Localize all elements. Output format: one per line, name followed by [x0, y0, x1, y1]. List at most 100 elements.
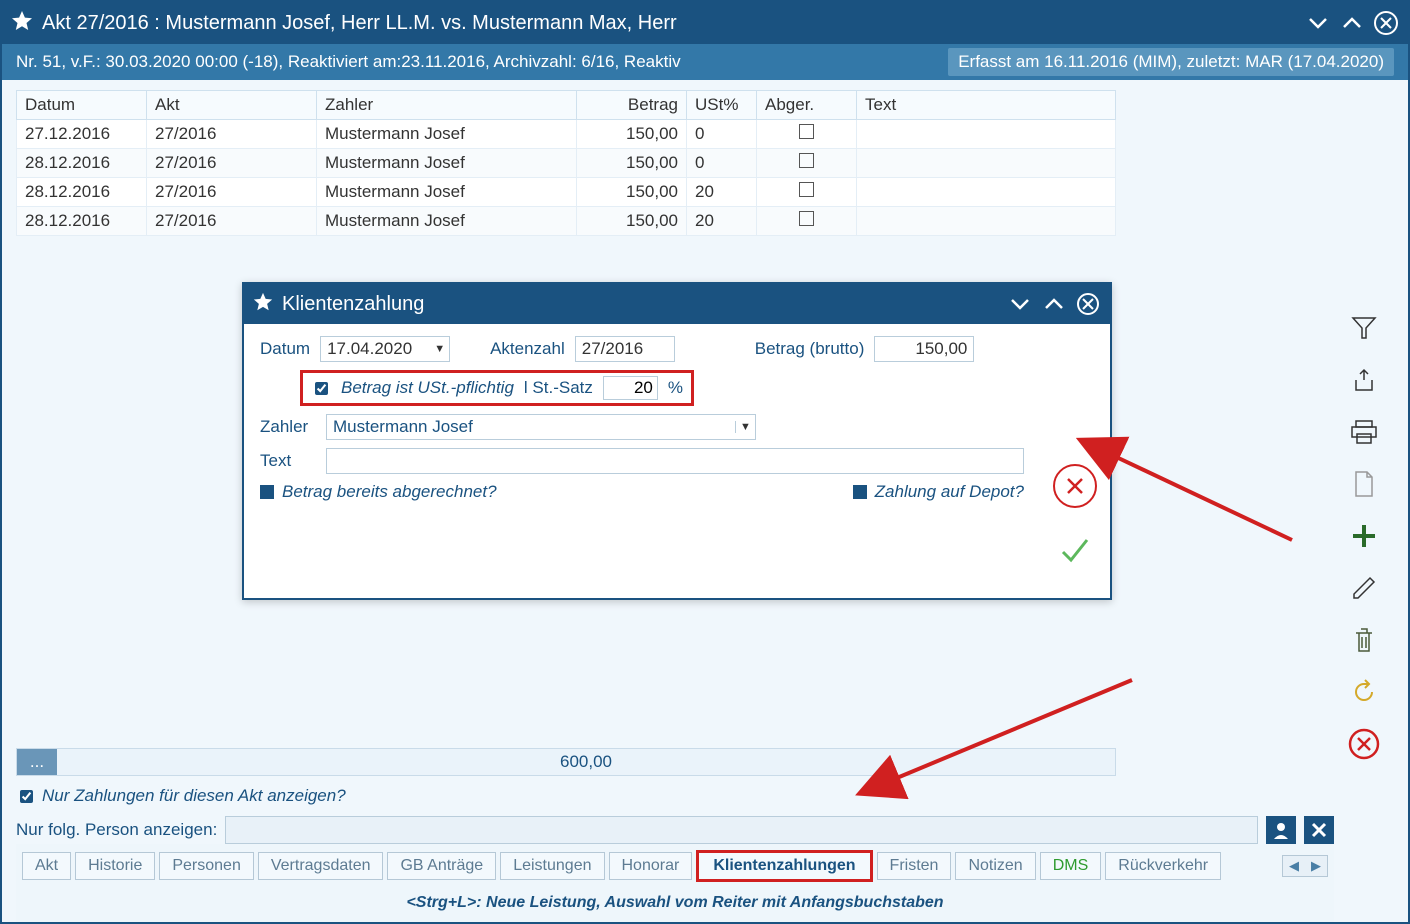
cell-abger[interactable]: [757, 178, 857, 207]
dialog-ok-button[interactable]: [1053, 528, 1097, 572]
cell-betrag: 150,00: [577, 178, 687, 207]
vat-checkbox[interactable]: [315, 382, 328, 395]
print-icon[interactable]: [1346, 414, 1382, 450]
betrag-input[interactable]: 150,00: [874, 336, 974, 362]
cell-text: [857, 120, 1116, 149]
tab-honorar[interactable]: Honorar: [609, 852, 693, 880]
dialog-side-buttons: [1040, 324, 1110, 598]
betrag-label: Betrag (brutto): [755, 339, 865, 359]
vat-rate-input[interactable]: [603, 376, 658, 400]
cell-akt: 27/2016: [147, 207, 317, 236]
cell-text: [857, 149, 1116, 178]
tab-historie[interactable]: Historie: [75, 852, 155, 880]
tab-rueckverkehr[interactable]: Rückverkehr: [1105, 852, 1221, 880]
checkbox-icon[interactable]: [799, 153, 814, 168]
cell-datum: 28.12.2016: [17, 149, 147, 178]
text-input[interactable]: [326, 448, 1024, 474]
window-close-button[interactable]: [1372, 9, 1400, 37]
checkbox-icon[interactable]: [799, 211, 814, 226]
checkbox-icon[interactable]: [799, 182, 814, 197]
depot-label: Zahlung auf Depot?: [875, 482, 1024, 502]
refresh-icon[interactable]: [1346, 674, 1382, 710]
clear-person-button[interactable]: [1304, 816, 1334, 844]
filter-person-input[interactable]: [225, 816, 1258, 844]
dialog-body: Datum 17.04.2020 ▼ Aktenzahl 27/2016 Bet…: [244, 324, 1110, 598]
table-row[interactable]: 28.12.201627/2016Mustermann Josef150,002…: [17, 178, 1116, 207]
filter-icon[interactable]: [1346, 310, 1382, 346]
delete-icon[interactable]: [1346, 622, 1382, 658]
cell-abger[interactable]: [757, 207, 857, 236]
tab-scroll-left[interactable]: ◀: [1283, 856, 1305, 876]
cell-akt: 27/2016: [147, 178, 317, 207]
zahler-value: Mustermann Josef: [333, 417, 735, 437]
aktenzahl-label: Aktenzahl: [490, 339, 565, 359]
edit-icon[interactable]: [1346, 570, 1382, 606]
dialog-cancel-button[interactable]: [1053, 464, 1097, 508]
tab-fristen[interactable]: Fristen: [877, 852, 952, 880]
tab-notizen[interactable]: Notizen: [955, 852, 1035, 880]
table-row[interactable]: 28.12.201627/2016Mustermann Josef150,002…: [17, 207, 1116, 236]
chevron-down-icon[interactable]: ▼: [735, 421, 755, 433]
filter-person-label: Nur folg. Person anzeigen:: [16, 820, 217, 840]
tab-klientenzahlungen[interactable]: Klientenzahlungen: [696, 850, 872, 882]
cancel-icon[interactable]: [1346, 726, 1382, 762]
square-icon: [853, 485, 867, 499]
filter-only-this-case-checkbox[interactable]: [20, 790, 33, 803]
tab-gbantraege[interactable]: GB Anträge: [387, 852, 496, 880]
date-dropdown-icon[interactable]: ▼: [434, 343, 445, 355]
totals-sum: 600,00: [57, 749, 1115, 775]
window-titlebar: Akt 27/2016 : Mustermann Josef, Herr LL.…: [2, 2, 1408, 44]
export-icon[interactable]: [1346, 362, 1382, 398]
checkbox-icon[interactable]: [799, 124, 814, 139]
col-text[interactable]: Text: [857, 91, 1116, 120]
cell-zahler: Mustermann Josef: [317, 120, 577, 149]
col-betrag[interactable]: Betrag: [577, 91, 687, 120]
aktenzahl-input[interactable]: 27/2016: [575, 336, 675, 362]
zahler-dropdown[interactable]: Mustermann Josef ▼: [326, 414, 756, 440]
window-expand-button[interactable]: [1338, 9, 1366, 37]
col-zahler[interactable]: Zahler: [317, 91, 577, 120]
col-datum[interactable]: Datum: [17, 91, 147, 120]
datum-input[interactable]: 17.04.2020 ▼: [320, 336, 450, 362]
tab-dms[interactable]: DMS: [1040, 852, 1102, 880]
tab-leistungen[interactable]: Leistungen: [500, 852, 604, 880]
tab-personen[interactable]: Personen: [159, 852, 254, 880]
select-person-button[interactable]: [1266, 816, 1296, 844]
window-title: Akt 27/2016 : Mustermann Josef, Herr LL.…: [42, 12, 1296, 35]
payments-table[interactable]: Datum Akt Zahler Betrag USt% Abger. Text…: [16, 90, 1116, 236]
cell-zahler: Mustermann Josef: [317, 178, 577, 207]
col-abger[interactable]: Abger.: [757, 91, 857, 120]
tab-scroll-right[interactable]: ▶: [1305, 856, 1327, 876]
cell-datum: 28.12.2016: [17, 207, 147, 236]
col-ust[interactable]: USt%: [687, 91, 757, 120]
table-row[interactable]: 27.12.201627/2016Mustermann Josef150,000: [17, 120, 1116, 149]
cell-ust: 20: [687, 178, 757, 207]
add-icon[interactable]: [1346, 518, 1382, 554]
depot-toggle[interactable]: Zahlung auf Depot?: [853, 482, 1024, 502]
cell-abger[interactable]: [757, 120, 857, 149]
window-collapse-button[interactable]: [1304, 9, 1332, 37]
abgerechnet-label: Betrag bereits abgerechnet?: [282, 482, 497, 502]
cell-datum: 27.12.2016: [17, 120, 147, 149]
cell-zahler: Mustermann Josef: [317, 207, 577, 236]
dialog-expand-button[interactable]: [1040, 290, 1068, 318]
cell-betrag: 150,00: [577, 207, 687, 236]
new-document-icon[interactable]: [1346, 466, 1382, 502]
dialog-titlebar: Klientenzahlung: [244, 284, 1110, 324]
dialog-collapse-button[interactable]: [1006, 290, 1034, 318]
tab-vertragsdaten[interactable]: Vertragsdaten: [258, 852, 384, 880]
cell-abger[interactable]: [757, 149, 857, 178]
datum-value: 17.04.2020: [327, 339, 412, 359]
content-area: Datum Akt Zahler Betrag USt% Abger. Text…: [2, 80, 1408, 922]
tab-akt[interactable]: Akt: [22, 852, 71, 880]
dialog-title: Klientenzahlung: [282, 293, 998, 316]
filter-person-row: Nur folg. Person anzeigen:: [16, 816, 1334, 844]
cell-betrag: 150,00: [577, 149, 687, 178]
vat-highlight-box: Betrag ist USt.-pflichtig l St.-Satz %: [300, 370, 694, 406]
abgerechnet-toggle[interactable]: Betrag bereits abgerechnet?: [260, 482, 497, 502]
col-akt[interactable]: Akt: [147, 91, 317, 120]
filter-only-this-case-label: Nur Zahlungen für diesen Akt anzeigen?: [42, 786, 346, 806]
dialog-close-button[interactable]: [1074, 290, 1102, 318]
table-row[interactable]: 28.12.201627/2016Mustermann Josef150,000: [17, 149, 1116, 178]
totals-menu[interactable]: ...: [17, 749, 57, 775]
